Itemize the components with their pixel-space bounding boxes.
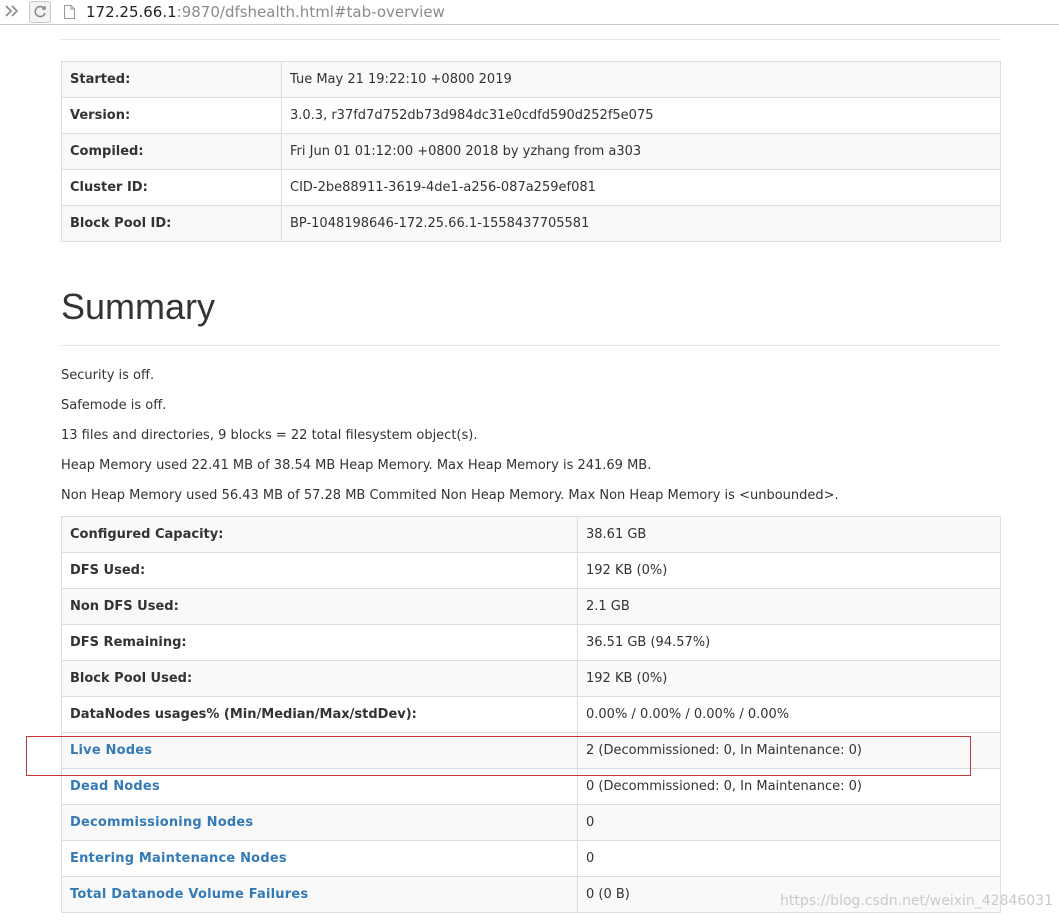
reload-icon[interactable] [29, 1, 51, 23]
overview-started-value: Tue May 21 19:22:10 +0800 2019 [281, 61, 1001, 98]
overview-table: Started: Tue May 21 19:22:10 +0800 2019 V… [61, 61, 1001, 242]
url-host: 172.25.66.1 [86, 3, 177, 21]
overview-version-label: Version: [61, 97, 282, 134]
entering-maintenance-nodes-link[interactable]: Entering Maintenance Nodes [70, 851, 287, 866]
table-row: Started: Tue May 21 19:22:10 +0800 2019 [61, 61, 1001, 98]
overview-started-label: Started: [61, 61, 282, 98]
table-row: DFS Remaining: 36.51 GB (94.57%) [61, 624, 1001, 661]
dead-nodes-value: 0 (Decommissioned: 0, In Maintenance: 0) [577, 768, 1001, 805]
live-nodes-value: 2 (Decommissioned: 0, In Maintenance: 0) [577, 732, 1001, 769]
table-row: DataNodes usages% (Min/Median/Max/stdDev… [61, 696, 1001, 733]
table-row: Cluster ID: CID-2be88911-3619-4de1-a256-0… [61, 169, 1001, 206]
dfs-remaining-value: 36.51 GB (94.57%) [577, 624, 1001, 661]
non-dfs-used-label: Non DFS Used: [61, 588, 578, 625]
configured-capacity-value: 38.61 GB [577, 516, 1001, 553]
dfs-used-label: DFS Used: [61, 552, 578, 589]
dfs-remaining-label: DFS Remaining: [61, 624, 578, 661]
url-field[interactable]: 172.25.66.1:9870/dfshealth.html#tab-over… [86, 2, 445, 22]
safemode-status: Safemode is off. [61, 398, 167, 413]
datanodes-usages-label: DataNodes usages% (Min/Median/Max/stdDev… [61, 696, 578, 733]
overview-block-pool-id-value: BP-1048198646-172.25.66.1-1558437705581 [281, 205, 1001, 242]
table-row: Dead Nodes 0 (Decommissioned: 0, In Maint… [61, 768, 1001, 805]
table-row: DFS Used: 192 KB (0%) [61, 552, 1001, 589]
table-row: Non DFS Used: 2.1 GB [61, 588, 1001, 625]
entering-maintenance-nodes-value: 0 [577, 840, 1001, 877]
table-row: Decommissioning Nodes 0 [61, 804, 1001, 841]
block-pool-used-label: Block Pool Used: [61, 660, 578, 697]
live-nodes-link[interactable]: Live Nodes [70, 743, 152, 758]
heap-memory: Heap Memory used 22.41 MB of 38.54 MB He… [61, 458, 652, 473]
watermark: https://blog.csdn.net/weixin_42846031 [780, 893, 1054, 909]
overview-cluster-id-label: Cluster ID: [61, 169, 282, 206]
non-dfs-used-value: 2.1 GB [577, 588, 1001, 625]
table-row: Block Pool Used: 192 KB (0%) [61, 660, 1001, 697]
forward-icon[interactable] [2, 2, 22, 22]
overview-cluster-id-value: CID-2be88911-3619-4de1-a256-087a259ef081 [281, 169, 1001, 206]
dfs-used-value: 192 KB (0%) [577, 552, 1001, 589]
page-icon [64, 5, 75, 19]
browser-address-bar: 172.25.66.1:9870/dfshealth.html#tab-over… [0, 0, 1059, 25]
decommissioning-nodes-link[interactable]: Decommissioning Nodes [70, 815, 253, 830]
summary-divider [61, 345, 1001, 346]
summary-table: Configured Capacity: 38.61 GB DFS Used: 19… [61, 516, 1001, 913]
table-row: Compiled: Fri Jun 01 01:12:00 +0800 2018 … [61, 133, 1001, 170]
table-row: Block Pool ID: BP-1048198646-172.25.66.1-… [61, 205, 1001, 242]
overview-compiled-label: Compiled: [61, 133, 282, 170]
configured-capacity-label: Configured Capacity: [61, 516, 578, 553]
table-row: Configured Capacity: 38.61 GB [61, 516, 1001, 553]
block-pool-used-value: 192 KB (0%) [577, 660, 1001, 697]
filesystem-objects: 13 files and directories, 9 blocks = 22 … [61, 428, 478, 443]
overview-compiled-value: Fri Jun 01 01:12:00 +0800 2018 by yzhang… [281, 133, 1001, 170]
summary-heading: Summary [61, 286, 216, 327]
url-path: :9870/dfshealth.html#tab-overview [176, 3, 445, 21]
security-status: Security is off. [61, 368, 155, 383]
divider [61, 39, 1001, 40]
overview-block-pool-id-label: Block Pool ID: [61, 205, 282, 242]
total-volume-failures-link[interactable]: Total Datanode Volume Failures [70, 887, 308, 902]
table-row: Version: 3.0.3, r37fd7d752db73d984dc31e0c… [61, 97, 1001, 134]
decommissioning-nodes-value: 0 [577, 804, 1001, 841]
datanodes-usages-value: 0.00% / 0.00% / 0.00% / 0.00% [577, 696, 1001, 733]
table-row: Live Nodes 2 (Decommissioned: 0, In Maint… [61, 732, 1001, 769]
dead-nodes-link[interactable]: Dead Nodes [70, 779, 160, 794]
table-row: Entering Maintenance Nodes 0 [61, 840, 1001, 877]
non-heap-memory: Non Heap Memory used 56.43 MB of 57.28 M… [61, 488, 839, 503]
overview-version-value: 3.0.3, r37fd7d752db73d984dc31e0cdfd590d2… [281, 97, 1001, 134]
